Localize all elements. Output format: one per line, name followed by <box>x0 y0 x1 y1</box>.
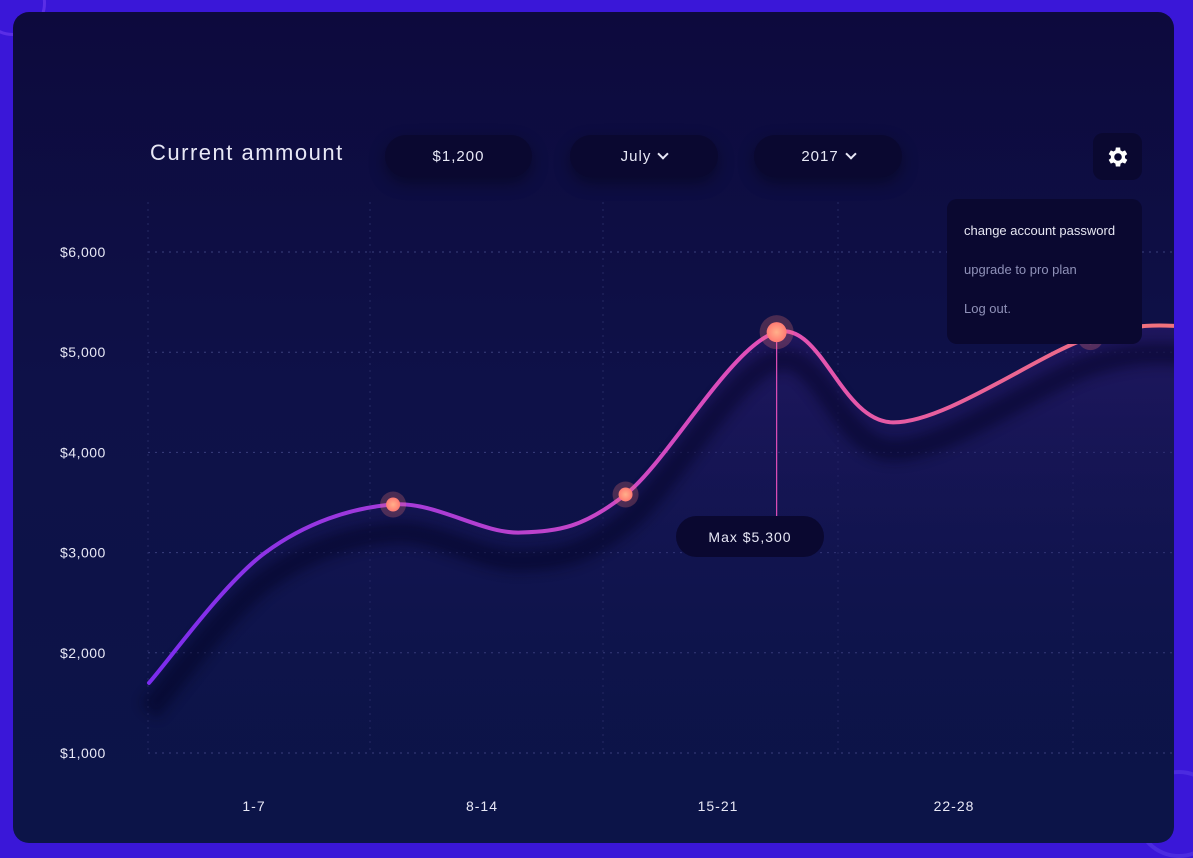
chevron-down-icon <box>845 148 857 160</box>
y-tick-label: $1,000 <box>60 745 106 761</box>
data-point <box>386 497 401 512</box>
y-tick-label: $2,000 <box>60 645 106 661</box>
y-tick-label: $6,000 <box>60 244 106 260</box>
chevron-down-icon <box>657 148 670 160</box>
page-title: Current ammount <box>150 140 344 165</box>
amount-value: $1,200 <box>432 147 485 165</box>
settings-button[interactable] <box>1093 133 1142 180</box>
x-tick-label: 22-28 <box>934 798 975 814</box>
x-tick-label: 8-14 <box>466 798 498 814</box>
menu-item-logout[interactable]: Log out. <box>964 301 1011 316</box>
gear-icon <box>1108 146 1127 167</box>
current-amount-badge[interactable]: $1,200 <box>385 135 532 177</box>
month-value: July <box>620 147 652 165</box>
max-tooltip-label: Max $5,300 <box>708 529 791 545</box>
chart-card: $6,000 $5,000 $4,000 $3,000 $2,000 $1,000 1-7 8… <box>13 12 1174 843</box>
year-value: 2017 <box>801 147 839 165</box>
menu-item-change-password[interactable]: change account password <box>964 223 1115 238</box>
settings-dropdown-menu: change account password upgrade to pro p… <box>947 199 1142 344</box>
x-tick-label: 15-21 <box>698 798 739 814</box>
y-tick-label: $4,000 <box>60 444 106 460</box>
menu-item-upgrade[interactable]: upgrade to pro plan <box>964 262 1077 277</box>
data-point <box>766 322 787 343</box>
y-tick-label: $3,000 <box>60 545 106 561</box>
month-select[interactable]: July <box>570 135 718 177</box>
x-tick-label: 1-7 <box>242 798 265 814</box>
data-point <box>618 487 633 502</box>
y-tick-label: $5,000 <box>60 344 106 360</box>
year-select[interactable]: 2017 <box>754 135 902 177</box>
